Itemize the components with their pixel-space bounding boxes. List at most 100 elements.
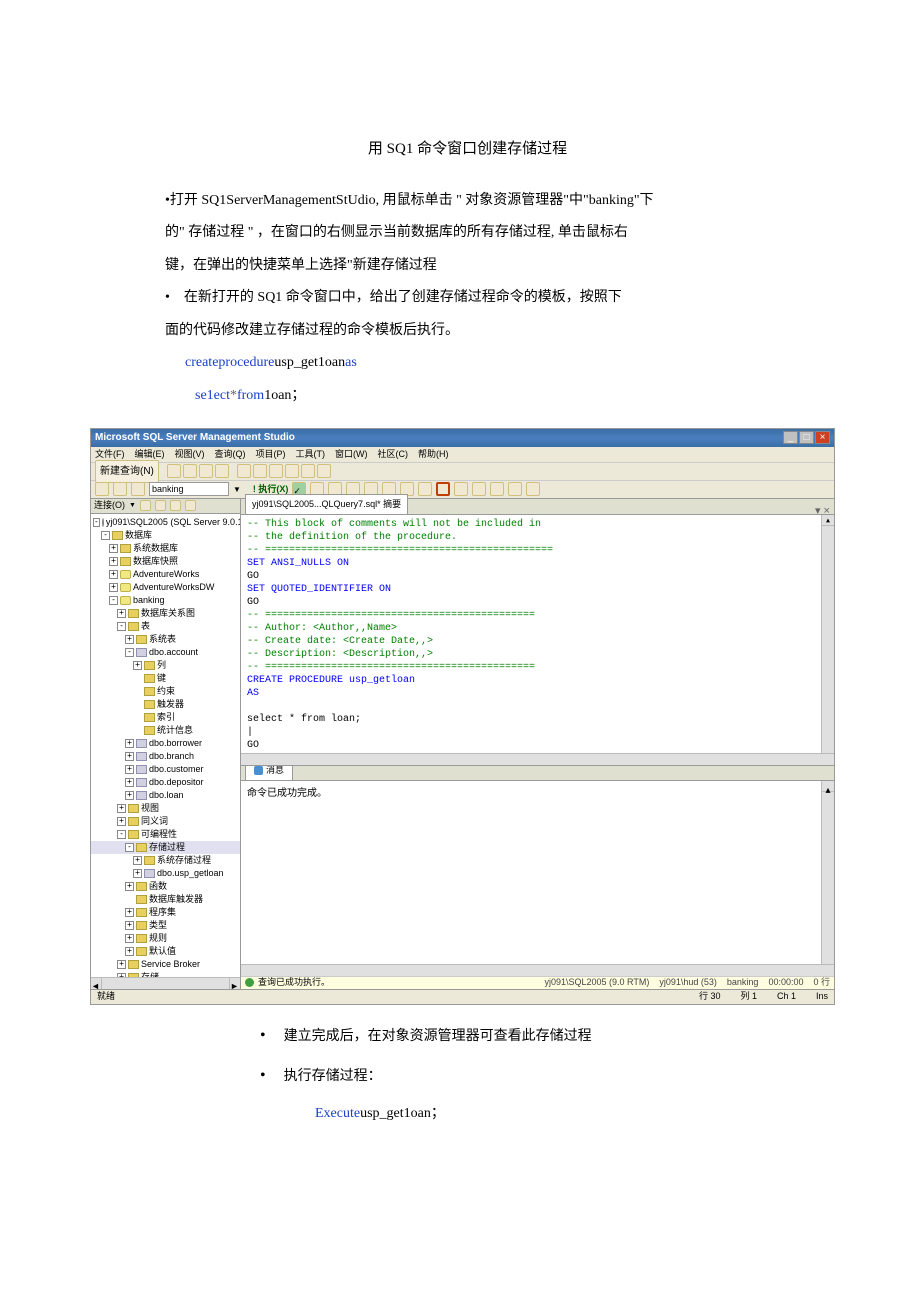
toolbar-icon[interactable] (155, 500, 166, 511)
toolbar-icon[interactable] (183, 464, 197, 478)
tree-node[interactable]: +系统存储过程 (91, 854, 240, 867)
tree-node[interactable]: 统计信息 (91, 724, 240, 737)
toolbar-icon[interactable] (95, 482, 109, 496)
tree-node[interactable]: +程序集 (91, 906, 240, 919)
toolbar-icon[interactable] (215, 464, 229, 478)
toolbar-icon[interactable] (140, 500, 151, 511)
toolbar-icon[interactable] (199, 464, 213, 478)
toolbar-icon[interactable] (170, 500, 181, 511)
toolbar-icon[interactable] (131, 482, 145, 496)
tree-expander[interactable]: - (125, 648, 134, 657)
tree-node[interactable]: -可编程性 (91, 828, 240, 841)
tree-node[interactable]: 约束 (91, 685, 240, 698)
tree-expander[interactable]: - (93, 518, 100, 527)
menu-item[interactable]: 项目(P) (256, 446, 286, 463)
tree-expander[interactable]: + (109, 570, 118, 579)
tree-node[interactable]: +规则 (91, 932, 240, 945)
tree-expander[interactable]: + (125, 752, 134, 761)
tree-node[interactable]: -yj091\SQL2005 (SQL Server 9.0.1399 - yj… (91, 516, 240, 529)
menu-item[interactable]: 帮助(H) (418, 446, 449, 463)
tree-node[interactable]: -数据库 (91, 529, 240, 542)
toolbar-icon[interactable] (454, 482, 468, 496)
tree-expander[interactable]: + (125, 778, 134, 787)
tree-node[interactable]: +函数 (91, 880, 240, 893)
tree-expander[interactable]: + (133, 869, 142, 878)
toolbar-icon[interactable] (472, 482, 486, 496)
tree-node[interactable]: +同义词 (91, 815, 240, 828)
tree-expander[interactable]: + (125, 635, 134, 644)
tree-node[interactable]: 索引 (91, 711, 240, 724)
tree-node[interactable]: -表 (91, 620, 240, 633)
tree-node[interactable]: +系统数据库 (91, 542, 240, 555)
toolbar-icon[interactable] (253, 464, 267, 478)
tree-expander[interactable]: + (133, 661, 142, 670)
toolbar-icon[interactable] (285, 464, 299, 478)
tree-node[interactable]: 键 (91, 672, 240, 685)
menu-item[interactable]: 窗口(W) (335, 446, 368, 463)
tree-expander[interactable]: - (117, 622, 126, 631)
tree-expander[interactable]: + (125, 791, 134, 800)
tree-expander[interactable]: + (117, 817, 126, 826)
tree-node[interactable]: +dbo.loan (91, 789, 240, 802)
tree-expander[interactable]: + (125, 765, 134, 774)
scrollbar-h[interactable] (241, 964, 834, 976)
connect-button[interactable]: 连接(O) (94, 499, 125, 515)
tree-expander[interactable]: - (125, 843, 134, 852)
tree-node[interactable]: +AdventureWorks (91, 568, 240, 581)
tree-node[interactable]: +dbo.borrower (91, 737, 240, 750)
tree-expander[interactable]: - (101, 531, 110, 540)
tree-node[interactable]: +dbo.usp_getloan (91, 867, 240, 880)
tree-expander[interactable]: + (109, 544, 118, 553)
tree-node[interactable]: +系统表 (91, 633, 240, 646)
toolbar-icon[interactable] (269, 464, 283, 478)
database-combo[interactable] (149, 482, 229, 496)
tree-node[interactable]: 数据库触发器 (91, 893, 240, 906)
tree-expander[interactable]: + (109, 557, 118, 566)
tree-expander[interactable]: - (109, 596, 118, 605)
tree-expander[interactable]: + (133, 856, 142, 865)
tree-node[interactable]: -存储过程 (91, 841, 240, 854)
tree-expander[interactable]: + (125, 947, 134, 956)
menu-item[interactable]: 社区(C) (378, 446, 409, 463)
tree-node[interactable]: +dbo.depositor (91, 776, 240, 789)
menu-item[interactable]: 视图(V) (175, 446, 205, 463)
toolbar-icon[interactable] (167, 464, 181, 478)
tree-expander[interactable]: + (117, 804, 126, 813)
menu-item[interactable]: 查询(Q) (215, 446, 246, 463)
minimize-button[interactable]: _ (783, 431, 798, 444)
tree-expander[interactable]: + (109, 583, 118, 592)
tree-node[interactable]: -banking (91, 594, 240, 607)
editor-tab[interactable]: yj091\SQL2005...QLQuery7.sql* 摘要 (245, 494, 408, 514)
tree-expander[interactable]: + (125, 908, 134, 917)
tree-node[interactable]: +dbo.customer (91, 763, 240, 776)
tree-node[interactable]: +视图 (91, 802, 240, 815)
toolbar-icon[interactable] (418, 482, 432, 496)
tree-expander[interactable]: + (125, 921, 134, 930)
tree-expander[interactable]: + (125, 934, 134, 943)
menu-item[interactable]: 工具(T) (296, 446, 326, 463)
tree-expander[interactable]: + (125, 739, 134, 748)
toolbar-icon[interactable] (436, 482, 450, 496)
scrollbar-h[interactable] (241, 753, 834, 765)
close-button[interactable]: × (815, 431, 830, 444)
tree-node[interactable]: +数据库快照 (91, 555, 240, 568)
tree-node[interactable]: +AdventureWorksDW (91, 581, 240, 594)
titlebar[interactable]: Microsoft SQL Server Management Studio _… (91, 429, 834, 447)
toolbar-icon[interactable] (526, 482, 540, 496)
tree-node[interactable]: +默认值 (91, 945, 240, 958)
scrollbar-v[interactable]: ▴ (821, 515, 834, 766)
toolbar-icon[interactable] (301, 464, 315, 478)
tree-node[interactable]: -dbo.account (91, 646, 240, 659)
toolbar-icon[interactable] (185, 500, 196, 511)
toolbar-icon[interactable] (490, 482, 504, 496)
toolbar-icon[interactable] (508, 482, 522, 496)
tree-expander[interactable]: + (117, 609, 126, 618)
tree-expander[interactable]: + (117, 960, 126, 969)
tree-expander[interactable]: - (117, 830, 126, 839)
tree-node[interactable]: +列 (91, 659, 240, 672)
tree-node[interactable]: +dbo.branch (91, 750, 240, 763)
tree-node[interactable]: +Service Broker (91, 958, 240, 971)
code-editor[interactable]: -- This block of comments will not be in… (241, 515, 834, 767)
scrollbar-v[interactable]: ▴ (821, 781, 834, 975)
new-query-button[interactable]: 新建查询(N) (95, 460, 159, 483)
